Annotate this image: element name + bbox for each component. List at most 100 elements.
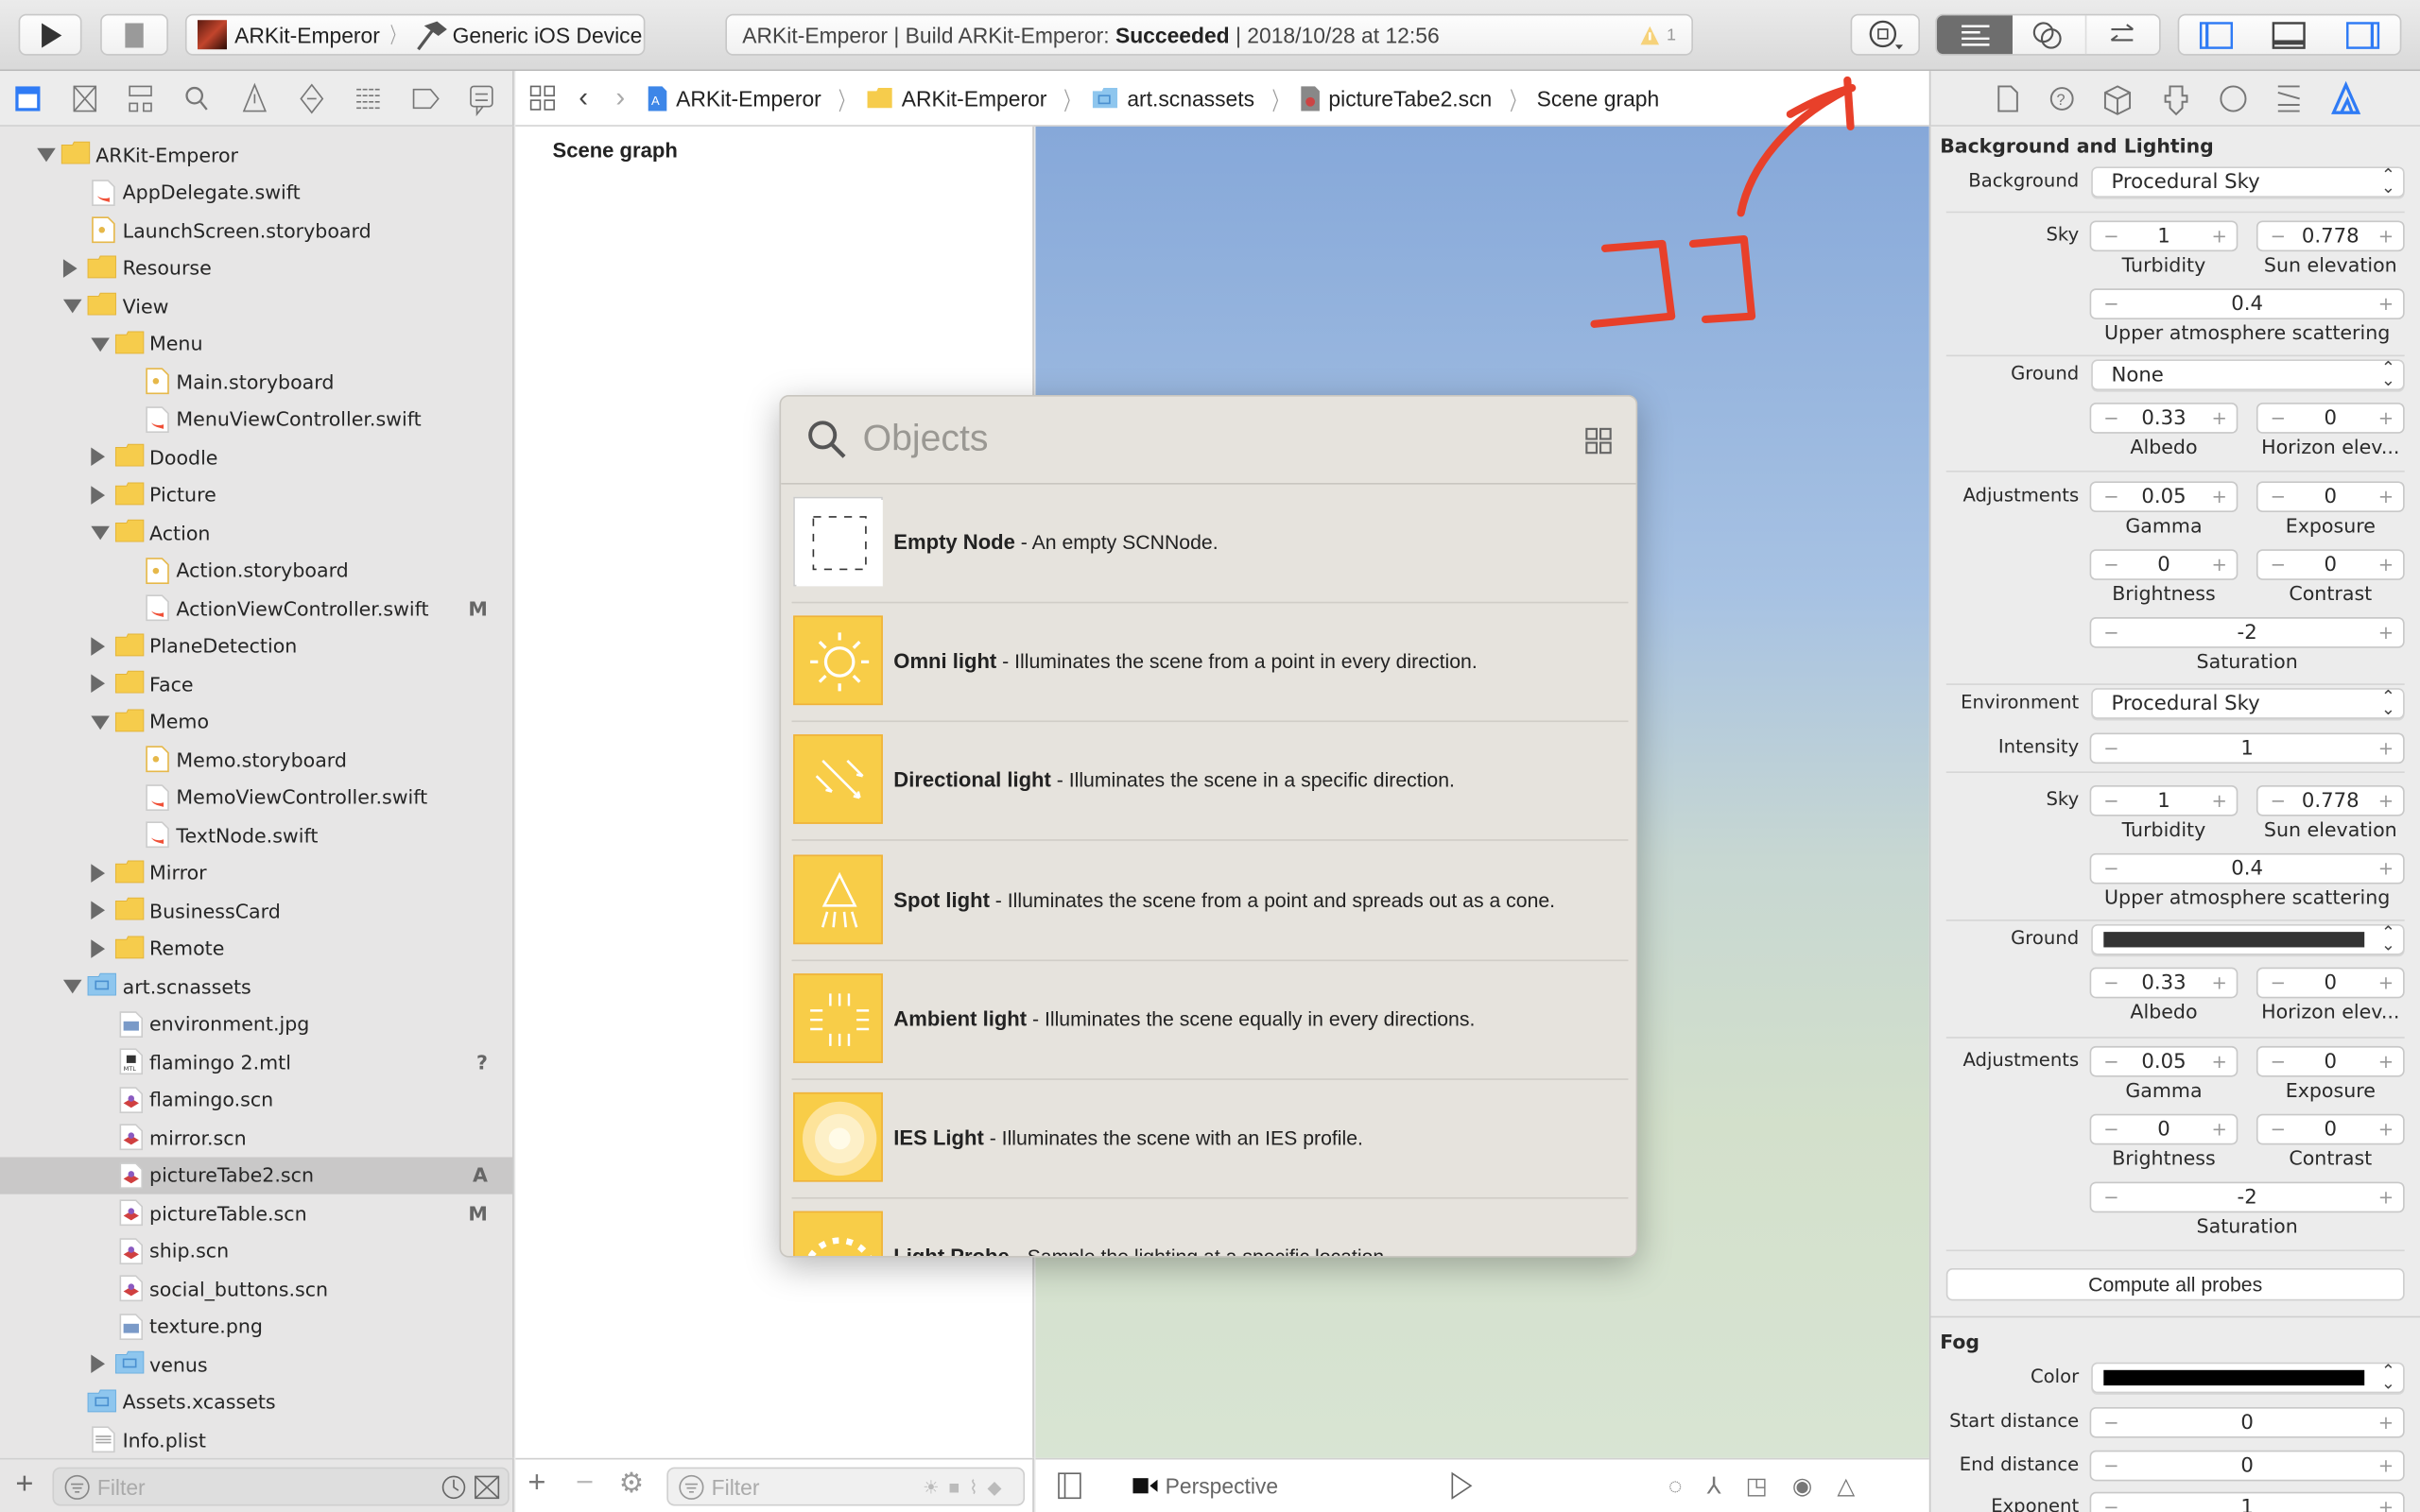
- decrement-button[interactable]: −: [2271, 225, 2286, 247]
- number-stepper[interactable]: − 0.4 +: [2089, 288, 2405, 319]
- disclosure-closed-icon[interactable]: [90, 938, 105, 958]
- increment-button[interactable]: +: [2378, 737, 2394, 759]
- tree-item[interactable]: BusinessCard: [0, 892, 512, 929]
- disclosure-closed-icon[interactable]: [90, 674, 105, 694]
- decrement-button[interactable]: −: [2271, 972, 2286, 994]
- breakpoint-navigator-icon[interactable]: [412, 88, 440, 110]
- number-stepper[interactable]: − 0 +: [2256, 967, 2405, 999]
- assistant-editor-button[interactable]: [2013, 15, 2086, 55]
- decrement-button[interactable]: −: [2103, 225, 2118, 247]
- library-item[interactable]: Ambient light - Illuminates the scene eq…: [781, 961, 1635, 1080]
- property-popup[interactable]: ⌃ ⌄: [2091, 923, 2405, 955]
- number-stepper[interactable]: − 0 +: [2256, 403, 2405, 434]
- remove-node-button[interactable]: −: [576, 1466, 594, 1502]
- property-popup[interactable]: Procedural Sky ⌃ ⌄: [2091, 688, 2405, 719]
- increment-button[interactable]: +: [2378, 554, 2394, 576]
- increment-button[interactable]: +: [2211, 1119, 2226, 1141]
- tree-item[interactable]: texture.png: [0, 1308, 512, 1345]
- increment-button[interactable]: +: [2378, 1187, 2394, 1209]
- decrement-button[interactable]: −: [2103, 622, 2118, 644]
- decrement-button[interactable]: −: [2103, 1455, 2118, 1477]
- increment-button[interactable]: +: [2378, 858, 2394, 880]
- gear-icon[interactable]: ⚙: [619, 1468, 644, 1500]
- tree-item[interactable]: Assets.xcassets: [0, 1383, 512, 1420]
- viewport-tools-icons[interactable]: ◌⅄◳◉△: [1668, 1472, 1879, 1500]
- tree-item[interactable]: PlaneDetection: [0, 627, 512, 664]
- tree-item[interactable]: ActionViewController.swift M: [0, 590, 512, 627]
- version-editor-button[interactable]: [2086, 15, 2159, 54]
- issue-navigator-icon[interactable]: [242, 82, 268, 112]
- tree-item[interactable]: Action: [0, 514, 512, 551]
- tree-item[interactable]: Mirror: [0, 854, 512, 891]
- increment-button[interactable]: +: [2211, 1051, 2226, 1073]
- back-button[interactable]: ‹: [579, 82, 588, 114]
- library-search-field[interactable]: Objects: [781, 397, 1636, 485]
- play-scene-icon[interactable]: [1449, 1471, 1474, 1500]
- number-stepper[interactable]: − 1 +: [2089, 732, 2405, 765]
- tree-item[interactable]: environment.jpg: [0, 1005, 512, 1042]
- disclosure-closed-icon[interactable]: [63, 258, 78, 278]
- decrement-button[interactable]: −: [2103, 293, 2118, 315]
- file-inspector-icon[interactable]: [1997, 85, 2018, 112]
- increment-button[interactable]: +: [2378, 486, 2394, 507]
- scene-graph-filter-input[interactable]: Filter ☀■⌇◆: [666, 1467, 1026, 1506]
- breadcrumb-item[interactable]: A ARKit-Emperor: [647, 84, 821, 112]
- number-stepper[interactable]: − 1 +: [2089, 785, 2238, 816]
- test-navigator-icon[interactable]: [300, 83, 324, 114]
- tree-item[interactable]: venus: [0, 1346, 512, 1383]
- decrement-button[interactable]: −: [2103, 1497, 2118, 1512]
- number-stepper[interactable]: − -2 +: [2089, 1181, 2405, 1213]
- tree-item[interactable]: Main.storyboard: [0, 363, 512, 400]
- decrement-button[interactable]: −: [2103, 972, 2118, 994]
- physics-inspector-icon[interactable]: [2277, 85, 2300, 112]
- library-item[interactable]: Light Probe - Sample the lighting at a s…: [781, 1199, 1635, 1256]
- camera-selector[interactable]: Perspective: [1132, 1473, 1278, 1498]
- tree-item[interactable]: MTL flamingo 2.mtl?: [0, 1043, 512, 1080]
- stop-button[interactable]: [100, 13, 168, 56]
- tree-item[interactable]: mirror.scn: [0, 1119, 512, 1156]
- toggle-navigator-icon[interactable]: [2199, 21, 2233, 49]
- decrement-button[interactable]: −: [2103, 1187, 2118, 1209]
- disclosure-closed-icon[interactable]: [90, 447, 105, 467]
- toggle-inspector-icon[interactable]: [2346, 21, 2380, 49]
- identity-inspector-icon[interactable]: [2103, 85, 2132, 115]
- increment-button[interactable]: +: [2378, 1497, 2394, 1512]
- tree-item[interactable]: Remote: [0, 930, 512, 967]
- report-navigator-icon[interactable]: [470, 85, 493, 117]
- disclosure-open-icon[interactable]: [90, 714, 110, 730]
- attributes-inspector-icon[interactable]: [2164, 85, 2188, 116]
- decrement-button[interactable]: −: [2103, 1119, 2118, 1141]
- tree-item[interactable]: Info.plist: [0, 1421, 512, 1458]
- decrement-button[interactable]: −: [2103, 858, 2118, 880]
- tree-item[interactable]: Menu: [0, 325, 512, 362]
- tree-item[interactable]: Resourse: [0, 249, 512, 286]
- node-type-filter-icons[interactable]: ☀■⌇◆: [923, 1476, 1011, 1498]
- decrement-button[interactable]: −: [2103, 790, 2118, 812]
- grid-view-icon[interactable]: [1585, 427, 1613, 455]
- tree-item[interactable]: pictureTabe2.scn A: [0, 1156, 513, 1194]
- increment-button[interactable]: +: [2211, 486, 2226, 507]
- tree-item[interactable]: Action.storyboard: [0, 552, 512, 589]
- disclosure-closed-icon[interactable]: [90, 636, 105, 656]
- number-stepper[interactable]: − 0 +: [2256, 481, 2405, 513]
- library-item[interactable]: Spot light - Illuminates the scene from …: [781, 842, 1635, 961]
- number-stepper[interactable]: − 0 +: [2089, 1450, 2405, 1482]
- number-stepper[interactable]: − 0.33 +: [2089, 403, 2238, 434]
- breadcrumb-item[interactable]: art.scnassets: [1092, 86, 1254, 111]
- library-button[interactable]: [1850, 13, 1921, 56]
- recent-and-scm-filter-icons[interactable]: [440, 1472, 501, 1500]
- decrement-button[interactable]: −: [2271, 790, 2286, 812]
- decrement-button[interactable]: −: [2103, 407, 2118, 429]
- decrement-button[interactable]: −: [2103, 486, 2118, 507]
- property-popup[interactable]: ⌃ ⌄: [2091, 1363, 2405, 1394]
- tree-item[interactable]: Memo.storyboard: [0, 741, 512, 778]
- navigator-filter-input[interactable]: Filter: [52, 1467, 510, 1506]
- standard-editor-button[interactable]: [1936, 15, 2014, 55]
- breadcrumb-item[interactable]: ARKit-Emperor: [866, 86, 1046, 111]
- tree-item[interactable]: art.scnassets: [0, 968, 512, 1005]
- increment-button[interactable]: +: [2378, 1455, 2394, 1477]
- forward-button[interactable]: ›: [615, 82, 625, 114]
- add-file-button[interactable]: +: [15, 1468, 33, 1503]
- breadcrumb-item[interactable]: pictureTabe2.scn: [1299, 84, 1492, 112]
- disclosure-closed-icon[interactable]: [90, 863, 105, 883]
